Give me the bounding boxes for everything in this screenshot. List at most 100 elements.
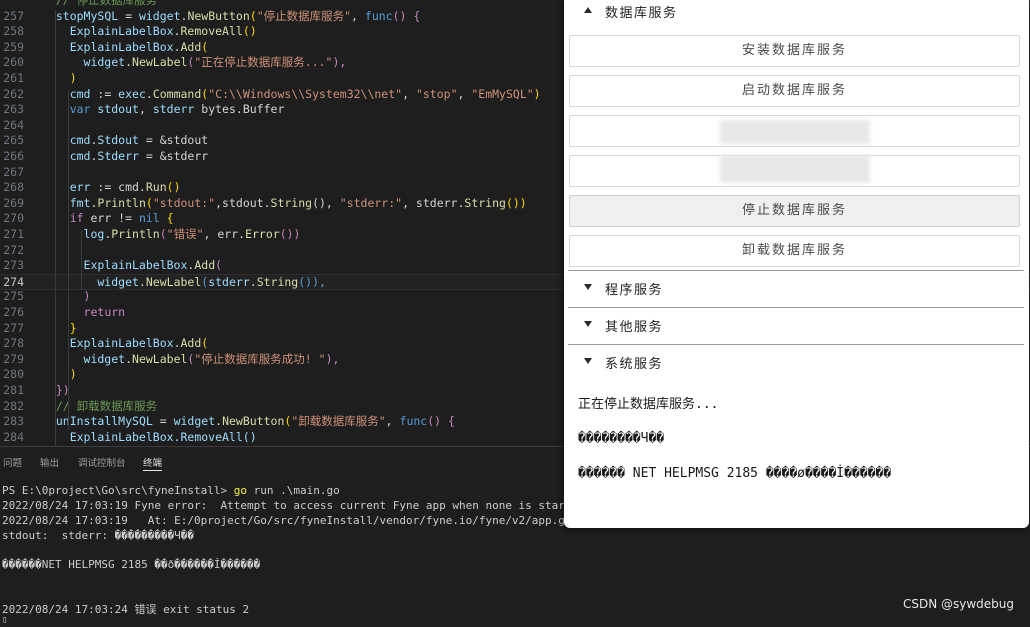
code-token: Stdout bbox=[97, 133, 139, 148]
tab-debug-console[interactable]: 调试控制台 bbox=[78, 455, 126, 469]
code-token: return bbox=[83, 305, 126, 319]
terminal-line: ������NET HELPMSG 2185 ��ð������İ������ bbox=[2, 558, 261, 571]
code-token: NewButton bbox=[222, 414, 285, 429]
accordion-db-service[interactable]: 数据库服务 bbox=[564, 0, 1029, 28]
code-token: () { bbox=[427, 414, 455, 429]
code-token: fmt bbox=[42, 195, 91, 210]
code-token: err != bbox=[83, 211, 139, 226]
line-number: 283 bbox=[3, 414, 24, 429]
code-token: ) bbox=[42, 367, 77, 382]
install-db-button[interactable]: 安装数据库服务 bbox=[569, 35, 1020, 67]
code-token: "stdout:" bbox=[152, 195, 216, 210]
indent-guide bbox=[81, 230, 82, 290]
terminal-line: 2022/08/24 17:03:19 At: E:/0project/Go/s… bbox=[2, 514, 592, 527]
code-token: log bbox=[42, 227, 105, 241]
line-number: 278 bbox=[3, 336, 24, 351]
code-token: String bbox=[464, 195, 506, 210]
terminal-prompt: PS E:\0project\Go\src\fyneInstall> bbox=[2, 484, 234, 497]
terminal-line: 2022/08/24 17:03:19 Fyne error: Attempt … bbox=[2, 499, 585, 512]
code-text: if err != nil { bbox=[42, 211, 174, 227]
code-token: ,stdout. bbox=[215, 195, 271, 210]
code-text: widget.NewLabel("正在停止数据库服务..."), bbox=[42, 55, 347, 71]
code-token: ), bbox=[325, 351, 340, 366]
tab-output[interactable]: 输出 bbox=[40, 455, 59, 469]
code-token: } bbox=[42, 320, 77, 335]
code-token: . bbox=[145, 86, 153, 101]
code-text: } bbox=[42, 321, 77, 337]
code-token: ExplainLabelBox bbox=[42, 39, 174, 54]
code-token: "stderr:" bbox=[339, 195, 403, 210]
code-token: stderr bbox=[208, 274, 250, 289]
code-token: bytes.Buffer bbox=[194, 102, 285, 117]
code-token: var bbox=[69, 102, 91, 117]
line-number: 281 bbox=[3, 383, 24, 397]
explain-label: ������ NET HELPMSG 2185 ����ø����İ������ bbox=[578, 466, 892, 481]
line-number: 264 bbox=[3, 117, 24, 132]
tab-terminal[interactable]: 终端 bbox=[143, 455, 163, 471]
code-text: cmd := exec.Command("C:\\Windows\\System… bbox=[42, 87, 541, 103]
code-token: Error bbox=[245, 227, 280, 241]
code-token: = bbox=[118, 8, 139, 23]
code-text: widget.NewLabel("停止数据库服务成功! "), bbox=[42, 351, 340, 368]
stop-db-button[interactable]: 停止数据库服务 bbox=[569, 195, 1020, 227]
tab-problems[interactable]: 问题 bbox=[3, 455, 22, 469]
code-token: () { bbox=[392, 8, 421, 23]
accordion-other-service[interactable]: 其他服务 bbox=[564, 308, 1029, 342]
code-token: . bbox=[173, 39, 181, 54]
code-token: , bbox=[385, 414, 400, 429]
code-text: cmd.Stdout = &stdout bbox=[42, 133, 209, 149]
code-text: ExplainLabelBox.RemoveAll() bbox=[42, 430, 257, 446]
code-token: stderr bbox=[152, 102, 195, 117]
code-token: String bbox=[270, 195, 313, 210]
code-token: . bbox=[249, 274, 257, 289]
code-token: := bbox=[90, 86, 119, 101]
code-token: stopMySQL bbox=[55, 8, 119, 23]
line-number: 266 bbox=[3, 149, 24, 163]
code-token: cmd bbox=[42, 133, 91, 148]
code-token: , err. bbox=[203, 227, 246, 241]
line-number: 263 bbox=[3, 102, 24, 117]
terminal-cmd-go: go bbox=[233, 484, 248, 497]
code-token: , stderr. bbox=[402, 195, 465, 210]
uninstall-db-button[interactable]: 卸载数据库服务 bbox=[569, 235, 1020, 267]
code-token: stdout bbox=[90, 102, 139, 117]
code-text: fmt.Println("stdout:",stdout.String(), "… bbox=[42, 196, 527, 212]
code-text: err := cmd.Run() bbox=[42, 180, 181, 196]
line-number: 265 bbox=[3, 133, 24, 148]
code-token: ()) bbox=[505, 195, 527, 210]
accordion-program-service[interactable]: 程序服务 bbox=[564, 271, 1029, 305]
code-token: ) bbox=[533, 86, 541, 101]
line-number: 262 bbox=[3, 86, 24, 101]
start-db-button[interactable]: 启动数据库服务 bbox=[569, 75, 1020, 107]
code-token: cmd bbox=[42, 86, 91, 101]
code-token: Add bbox=[180, 39, 202, 54]
code-token: "stop" bbox=[415, 86, 458, 101]
caret-up-icon bbox=[584, 7, 592, 13]
line-number: 269 bbox=[3, 195, 24, 210]
line-number: 272 bbox=[3, 242, 24, 257]
code-token: widget bbox=[173, 414, 216, 429]
terminal-cmd-args: run .\main.go bbox=[247, 484, 340, 497]
line-number: 280 bbox=[3, 367, 24, 382]
code-text: // 停止数据库服务 bbox=[42, 0, 157, 9]
code-token: // 停止数据库服务 bbox=[42, 0, 158, 7]
terminal-line: stdout: stderr: ���������Ч�� bbox=[2, 529, 195, 542]
code-token: "停止数据库服务成功! " bbox=[194, 351, 326, 366]
code-token: ExplainLabelBox bbox=[42, 24, 174, 39]
watermark: CSDN @sywdebug bbox=[902, 597, 1014, 611]
code-text: widget.NewLabel(stderr.String()), bbox=[42, 275, 326, 291]
code-token: Add bbox=[194, 258, 216, 273]
code-token: ( bbox=[201, 336, 209, 351]
accordion-system-service[interactable]: 系统服务 bbox=[564, 345, 1029, 379]
terminal-command-line: PS E:\0project\Go\src\fyneInstall> go ru… bbox=[2, 484, 340, 498]
code-token: Stderr bbox=[97, 149, 139, 163]
code-token: ExplainLabelBox.RemoveAll() bbox=[42, 429, 257, 444]
code-token: "EmMySQL" bbox=[471, 86, 534, 101]
line-number: 267 bbox=[3, 164, 24, 179]
code-token: func bbox=[364, 8, 393, 23]
accordion-label: 程序服务 bbox=[605, 283, 664, 298]
code-text: ) bbox=[42, 367, 77, 383]
code-text: cmd.Stderr = &stderr bbox=[42, 149, 209, 165]
